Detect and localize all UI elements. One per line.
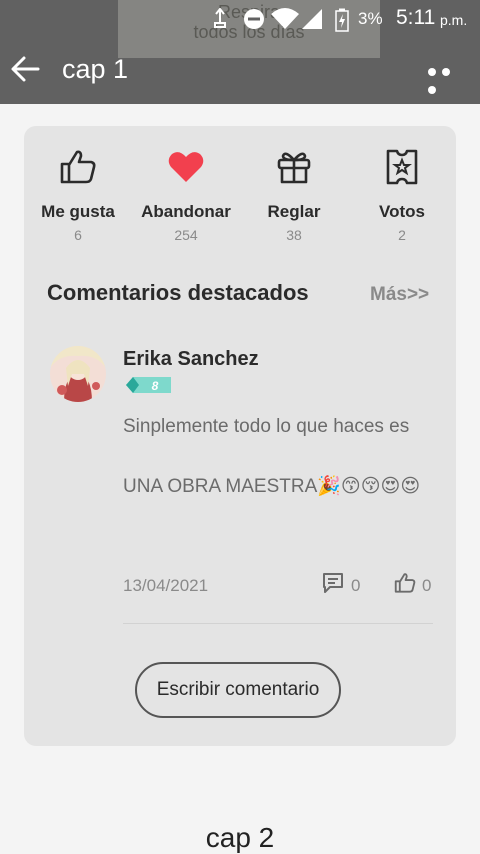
- page-title: cap 1: [62, 54, 129, 84]
- chapter-interaction-card: Me gusta 6 Abandonar 254 Reglar 38 Votos…: [24, 126, 456, 746]
- action-bar: Me gusta 6 Abandonar 254 Reglar 38 Votos…: [24, 148, 456, 258]
- like-label: Me gusta: [41, 202, 115, 221]
- like-count: 6: [74, 227, 82, 243]
- level-number: 8: [152, 379, 159, 393]
- level-badge: 8: [126, 377, 171, 393]
- comment-text: Sinplemente todo lo que haces es UNA OBR…: [123, 412, 433, 502]
- like-button[interactable]: Me gusta 6: [28, 148, 128, 243]
- battery-percent: 3%: [358, 9, 383, 28]
- comment-line2: UNA OBRA MAESTRA🎉😙😚😍😍: [123, 476, 421, 497]
- next-chapter-title[interactable]: cap 2: [0, 822, 480, 854]
- abandon-button[interactable]: Abandonar 254: [136, 148, 236, 243]
- comment-line1: Sinplemente todo lo que haces es: [123, 416, 410, 437]
- votes-label: Votos: [379, 202, 425, 221]
- abandon-label: Abandonar: [141, 202, 231, 221]
- comment-like-count: 0: [422, 576, 432, 595]
- heart-icon: [168, 152, 204, 182]
- comment-author[interactable]: Erika Sanchez: [123, 348, 259, 371]
- abandon-count: 254: [174, 227, 198, 243]
- votes-button[interactable]: Votos 2: [352, 148, 452, 243]
- gift-label: Reglar: [267, 202, 321, 221]
- status-bar: 3% 5:11 p.m.: [0, 0, 480, 38]
- more-comments-link[interactable]: Más>>: [370, 284, 429, 306]
- gift-icon: [277, 152, 311, 184]
- write-comment-button[interactable]: Escribir comentario: [135, 662, 341, 718]
- clock-ampm: p.m.: [440, 12, 468, 28]
- comment-like-icon[interactable]: [394, 572, 416, 594]
- wifi-icon: [271, 8, 299, 29]
- thumbs-up-icon: [60, 150, 96, 184]
- clock-time: 5:11: [396, 6, 436, 29]
- reply-count: 0: [351, 576, 361, 595]
- usb-icon: [214, 8, 226, 28]
- reply-icon[interactable]: [322, 572, 344, 594]
- vote-ticket-icon: [386, 149, 418, 185]
- battery-icon: [335, 8, 349, 32]
- gift-button[interactable]: Reglar 38: [244, 148, 344, 243]
- signal-icon: [302, 9, 322, 29]
- avatar[interactable]: [50, 346, 106, 402]
- divider: [123, 623, 433, 624]
- more-options-icon[interactable]: [428, 63, 468, 94]
- do-not-disturb-icon: [244, 9, 264, 29]
- gift-count: 38: [286, 227, 302, 243]
- comment-date: 13/04/2021: [123, 576, 209, 595]
- top-app-bar: Respira todos los días 3% 5:11 p.m. cap …: [0, 0, 480, 104]
- featured-comments-title: Comentarios destacados: [47, 280, 309, 305]
- back-arrow-icon[interactable]: [10, 55, 40, 83]
- votes-count: 2: [398, 227, 406, 243]
